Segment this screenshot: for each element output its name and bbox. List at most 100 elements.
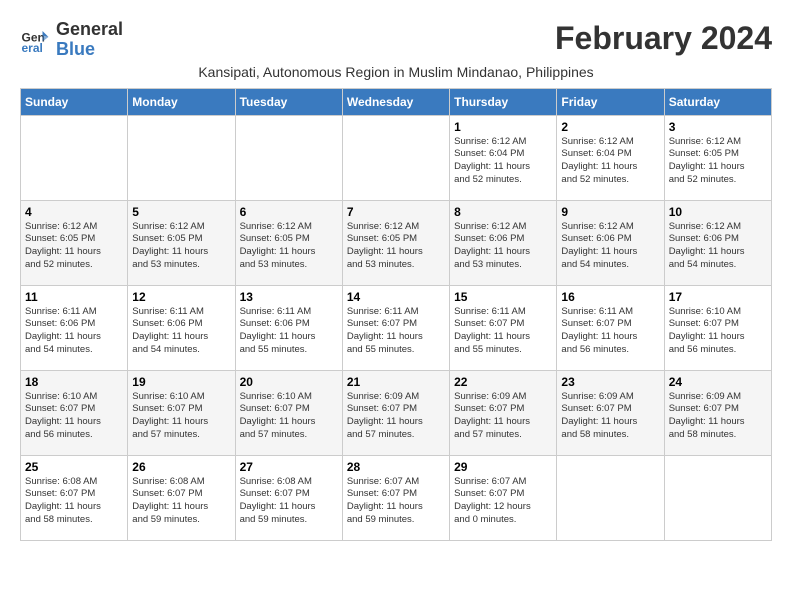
logo-icon: Gen eral: [20, 25, 50, 55]
day-info: Sunrise: 6:08 AM Sunset: 6:07 PM Dayligh…: [240, 476, 338, 527]
calendar-day-cell: 17 Sunrise: 6:10 AM Sunset: 6:07 PM Dayli…: [664, 285, 771, 370]
day-info: Sunrise: 6:10 AM Sunset: 6:07 PM Dayligh…: [669, 306, 767, 357]
day-info: Sunrise: 6:11 AM Sunset: 6:06 PM Dayligh…: [25, 306, 123, 357]
day-info: Sunrise: 6:12 AM Sunset: 6:05 PM Dayligh…: [669, 136, 767, 187]
calendar-day-cell: 19 Sunrise: 6:10 AM Sunset: 6:07 PM Dayli…: [128, 370, 235, 455]
calendar-day-cell: 4 Sunrise: 6:12 AM Sunset: 6:05 PM Daylig…: [21, 200, 128, 285]
day-number: 28: [347, 460, 445, 474]
calendar-day-cell: 6 Sunrise: 6:12 AM Sunset: 6:05 PM Daylig…: [235, 200, 342, 285]
day-number: 11: [25, 290, 123, 304]
calendar-day-cell: 28 Sunrise: 6:07 AM Sunset: 6:07 PM Dayli…: [342, 455, 449, 540]
calendar-day-cell: [128, 115, 235, 200]
day-number: 19: [132, 375, 230, 389]
day-number: 15: [454, 290, 552, 304]
calendar-day-cell: 5 Sunrise: 6:12 AM Sunset: 6:05 PM Daylig…: [128, 200, 235, 285]
calendar-day-cell: 3Sunrise: 6:12 AM Sunset: 6:05 PM Daylig…: [664, 115, 771, 200]
calendar-day-cell: 20Sunrise: 6:10 AM Sunset: 6:07 PM Dayli…: [235, 370, 342, 455]
calendar-day-cell: [21, 115, 128, 200]
day-number: 10: [669, 205, 767, 219]
calendar-day-cell: 13 Sunrise: 6:11 AM Sunset: 6:06 PM Dayli…: [235, 285, 342, 370]
calendar-day-cell: 25 Sunrise: 6:08 AM Sunset: 6:07 PM Dayli…: [21, 455, 128, 540]
day-number: 8: [454, 205, 552, 219]
calendar-day-cell: [342, 115, 449, 200]
day-number: 6: [240, 205, 338, 219]
calendar-day-cell: 7 Sunrise: 6:12 AM Sunset: 6:05 PM Daylig…: [342, 200, 449, 285]
calendar-day-cell: 14 Sunrise: 6:11 AM Sunset: 6:07 PM Dayli…: [342, 285, 449, 370]
calendar-week-row: 1 Sunrise: 6:12 AM Sunset: 6:04 PM Daylig…: [21, 115, 772, 200]
day-number: 4: [25, 205, 123, 219]
calendar-day-cell: 15Sunrise: 6:11 AM Sunset: 6:07 PM Dayli…: [450, 285, 557, 370]
day-info: Sunrise: 6:08 AM Sunset: 6:07 PM Dayligh…: [25, 476, 123, 527]
day-number: 26: [132, 460, 230, 474]
calendar-week-row: 25 Sunrise: 6:08 AM Sunset: 6:07 PM Dayli…: [21, 455, 772, 540]
calendar-day-cell: 29Sunrise: 6:07 AM Sunset: 6:07 PM Dayli…: [450, 455, 557, 540]
calendar-header-cell: Monday: [128, 88, 235, 115]
day-number: 16: [561, 290, 659, 304]
day-number: 27: [240, 460, 338, 474]
logo: Gen eral General Blue: [20, 20, 123, 60]
calendar-day-cell: 8Sunrise: 6:12 AM Sunset: 6:06 PM Daylig…: [450, 200, 557, 285]
calendar-day-cell: [664, 455, 771, 540]
calendar-header-cell: Sunday: [21, 88, 128, 115]
day-number: 13: [240, 290, 338, 304]
month-title: February 2024: [555, 20, 772, 57]
day-number: 22: [454, 375, 552, 389]
logo-text: General Blue: [56, 20, 123, 60]
day-info: Sunrise: 6:12 AM Sunset: 6:05 PM Dayligh…: [240, 221, 338, 272]
calendar-day-cell: [235, 115, 342, 200]
day-number: 5: [132, 205, 230, 219]
calendar-day-cell: 26 Sunrise: 6:08 AM Sunset: 6:07 PM Dayli…: [128, 455, 235, 540]
day-number: 2: [561, 120, 659, 134]
day-info: Sunrise: 6:11 AM Sunset: 6:06 PM Dayligh…: [132, 306, 230, 357]
calendar-header-cell: Friday: [557, 88, 664, 115]
calendar-header-cell: Tuesday: [235, 88, 342, 115]
day-info: Sunrise: 6:12 AM Sunset: 6:06 PM Dayligh…: [669, 221, 767, 272]
day-info: Sunrise: 6:10 AM Sunset: 6:07 PM Dayligh…: [25, 391, 123, 442]
day-number: 9: [561, 205, 659, 219]
calendar-day-cell: 9 Sunrise: 6:12 AM Sunset: 6:06 PM Daylig…: [557, 200, 664, 285]
day-info: Sunrise: 6:10 AM Sunset: 6:07 PM Dayligh…: [132, 391, 230, 442]
day-number: 7: [347, 205, 445, 219]
calendar-day-cell: 18 Sunrise: 6:10 AM Sunset: 6:07 PM Dayli…: [21, 370, 128, 455]
day-info: Sunrise: 6:12 AM Sunset: 6:05 PM Dayligh…: [25, 221, 123, 272]
day-info: Sunrise: 6:11 AM Sunset: 6:07 PM Dayligh…: [347, 306, 445, 357]
day-number: 25: [25, 460, 123, 474]
calendar-day-cell: 10 Sunrise: 6:12 AM Sunset: 6:06 PM Dayli…: [664, 200, 771, 285]
calendar-header-cell: Wednesday: [342, 88, 449, 115]
day-number: 20: [240, 375, 338, 389]
calendar-day-cell: 2Sunrise: 6:12 AM Sunset: 6:04 PM Daylig…: [557, 115, 664, 200]
calendar-day-cell: 12Sunrise: 6:11 AM Sunset: 6:06 PM Dayli…: [128, 285, 235, 370]
day-info: Sunrise: 6:12 AM Sunset: 6:04 PM Dayligh…: [454, 136, 552, 187]
day-number: 18: [25, 375, 123, 389]
day-info: Sunrise: 6:09 AM Sunset: 6:07 PM Dayligh…: [454, 391, 552, 442]
day-info: Sunrise: 6:07 AM Sunset: 6:07 PM Dayligh…: [347, 476, 445, 527]
day-info: Sunrise: 6:12 AM Sunset: 6:05 PM Dayligh…: [347, 221, 445, 272]
calendar-week-row: 11 Sunrise: 6:11 AM Sunset: 6:06 PM Dayli…: [21, 285, 772, 370]
calendar-day-cell: 27 Sunrise: 6:08 AM Sunset: 6:07 PM Dayli…: [235, 455, 342, 540]
calendar-day-cell: 23Sunrise: 6:09 AM Sunset: 6:07 PM Dayli…: [557, 370, 664, 455]
day-info: Sunrise: 6:11 AM Sunset: 6:06 PM Dayligh…: [240, 306, 338, 357]
day-number: 21: [347, 375, 445, 389]
calendar-day-cell: 21 Sunrise: 6:09 AM Sunset: 6:07 PM Dayli…: [342, 370, 449, 455]
day-info: Sunrise: 6:09 AM Sunset: 6:07 PM Dayligh…: [561, 391, 659, 442]
day-info: Sunrise: 6:08 AM Sunset: 6:07 PM Dayligh…: [132, 476, 230, 527]
calendar-day-cell: [557, 455, 664, 540]
calendar-week-row: 4 Sunrise: 6:12 AM Sunset: 6:05 PM Daylig…: [21, 200, 772, 285]
day-info: Sunrise: 6:11 AM Sunset: 6:07 PM Dayligh…: [561, 306, 659, 357]
calendar-header-cell: Saturday: [664, 88, 771, 115]
calendar-day-cell: 11 Sunrise: 6:11 AM Sunset: 6:06 PM Dayli…: [21, 285, 128, 370]
day-info: Sunrise: 6:09 AM Sunset: 6:07 PM Dayligh…: [347, 391, 445, 442]
day-number: 14: [347, 290, 445, 304]
day-info: Sunrise: 6:12 AM Sunset: 6:06 PM Dayligh…: [561, 221, 659, 272]
calendar-day-cell: 24Sunrise: 6:09 AM Sunset: 6:07 PM Dayli…: [664, 370, 771, 455]
day-number: 17: [669, 290, 767, 304]
day-info: Sunrise: 6:12 AM Sunset: 6:05 PM Dayligh…: [132, 221, 230, 272]
calendar-header-row: SundayMondayTuesdayWednesdayThursdayFrid…: [21, 88, 772, 115]
calendar-day-cell: 22 Sunrise: 6:09 AM Sunset: 6:07 PM Dayli…: [450, 370, 557, 455]
day-number: 1: [454, 120, 552, 134]
page-subtitle: Kansipati, Autonomous Region in Muslim M…: [20, 64, 772, 80]
calendar-body: 1 Sunrise: 6:12 AM Sunset: 6:04 PM Daylig…: [21, 115, 772, 540]
calendar-day-cell: 16 Sunrise: 6:11 AM Sunset: 6:07 PM Dayli…: [557, 285, 664, 370]
calendar-header-cell: Thursday: [450, 88, 557, 115]
page-header: Gen eral General Blue February 2024: [20, 20, 772, 60]
